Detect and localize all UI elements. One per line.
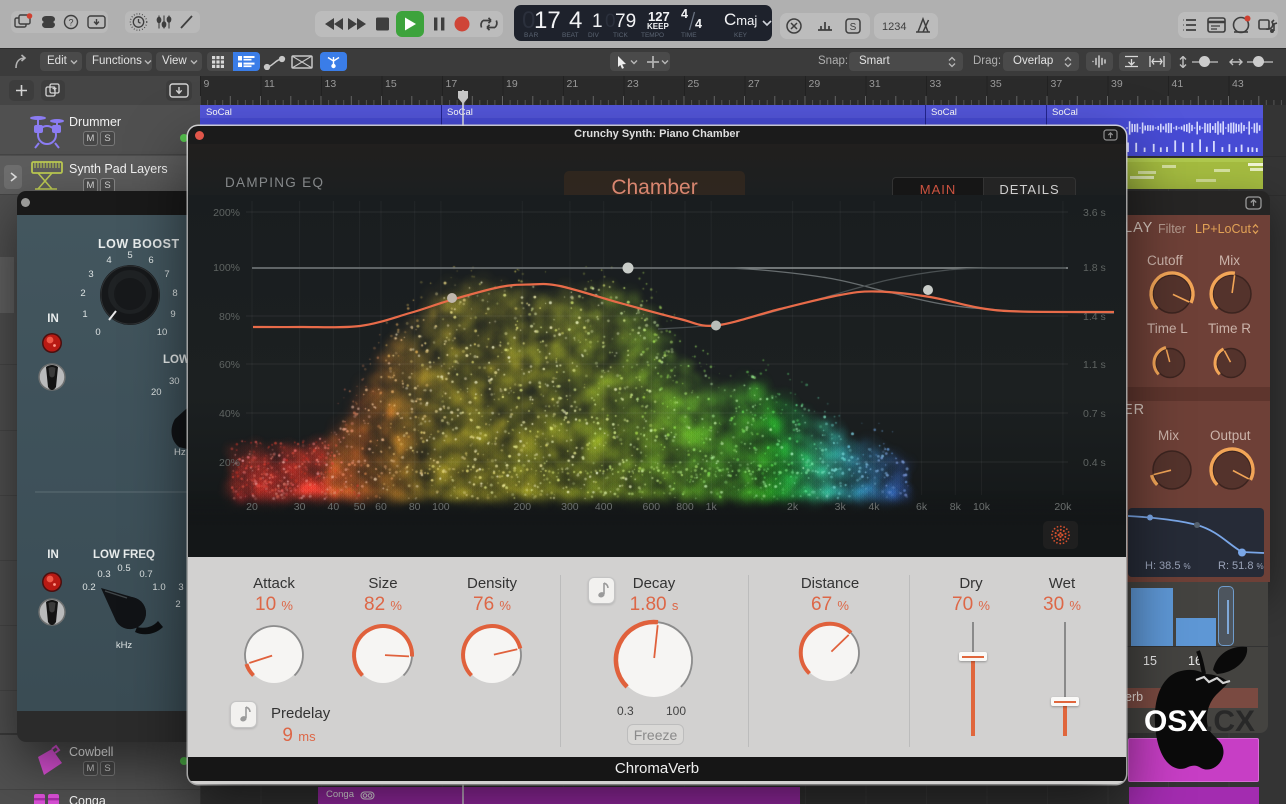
svg-text:8k: 8k: [950, 501, 962, 513]
svg-text:3k: 3k: [835, 501, 847, 513]
svg-text:LOW: LOW: [163, 354, 190, 366]
svg-text:30: 30: [169, 376, 180, 387]
svg-text:IN: IN: [47, 549, 59, 561]
svg-text:43: 43: [1232, 78, 1244, 90]
svg-text:IN: IN: [47, 313, 59, 325]
svg-text:5: 5: [127, 250, 132, 261]
svg-text:2: 2: [80, 288, 85, 299]
svg-text:11: 11: [264, 78, 275, 90]
svg-text:29: 29: [809, 78, 821, 90]
svg-text:3: 3: [88, 269, 93, 280]
svg-text:33: 33: [930, 78, 942, 90]
svg-text:39: 39: [1111, 78, 1123, 90]
svg-text:6: 6: [148, 255, 153, 266]
svg-text:30: 30: [294, 501, 306, 513]
svg-text:6k: 6k: [916, 501, 928, 513]
svg-text:0: 0: [95, 327, 100, 338]
svg-text:20: 20: [246, 501, 258, 513]
svg-text:3: 3: [178, 582, 183, 593]
svg-text:9: 9: [204, 78, 210, 90]
svg-text:10: 10: [157, 327, 168, 338]
svg-text:3.6 s: 3.6 s: [1083, 207, 1106, 219]
svg-text:0.2: 0.2: [82, 582, 95, 593]
svg-text:20: 20: [151, 387, 162, 398]
svg-text:37: 37: [1051, 78, 1063, 90]
svg-text:600: 600: [643, 501, 661, 513]
svg-text:Hz: Hz: [174, 447, 186, 458]
svg-text:4k: 4k: [868, 501, 880, 513]
svg-text:20k: 20k: [1054, 501, 1072, 513]
svg-text:7: 7: [164, 269, 169, 280]
svg-text:0.5: 0.5: [117, 563, 130, 574]
svg-text:300: 300: [561, 501, 579, 513]
svg-text:S: S: [850, 22, 857, 33]
svg-text:0.4 s: 0.4 s: [1083, 457, 1106, 469]
svg-text:2k: 2k: [787, 501, 799, 513]
svg-text:?: ?: [68, 18, 73, 28]
svg-text:1.1 s: 1.1 s: [1083, 359, 1106, 371]
svg-text:1.8 s: 1.8 s: [1083, 262, 1106, 274]
svg-text:800: 800: [676, 501, 694, 513]
svg-text:200%: 200%: [213, 207, 240, 219]
svg-text:40: 40: [328, 501, 340, 513]
svg-text:OSX: OSX: [1144, 705, 1207, 738]
svg-text:0.3: 0.3: [97, 569, 110, 580]
svg-text:13: 13: [325, 78, 337, 90]
svg-text:50: 50: [354, 501, 366, 513]
svg-text:2: 2: [175, 599, 180, 610]
svg-text:0.7 s: 0.7 s: [1083, 408, 1106, 420]
svg-text:.CX: .CX: [1205, 705, 1255, 738]
svg-text:100: 100: [432, 501, 450, 513]
svg-text:LOW FREQ: LOW FREQ: [93, 549, 155, 561]
svg-text:23: 23: [627, 78, 639, 90]
svg-text:10k: 10k: [973, 501, 991, 513]
svg-text:17: 17: [446, 78, 458, 90]
svg-text:40%: 40%: [219, 408, 240, 420]
svg-text:1k: 1k: [706, 501, 718, 513]
svg-text:200: 200: [514, 501, 532, 513]
svg-text:kHz: kHz: [116, 640, 133, 651]
svg-text:1: 1: [82, 309, 87, 320]
svg-text:19: 19: [506, 78, 518, 90]
svg-text:15: 15: [385, 78, 397, 90]
svg-text:35: 35: [990, 78, 1002, 90]
svg-text:20%: 20%: [219, 457, 240, 469]
svg-text:1234: 1234: [882, 21, 906, 33]
svg-text:31: 31: [869, 78, 881, 90]
svg-text:400: 400: [595, 501, 613, 513]
svg-text:1.0: 1.0: [152, 582, 165, 593]
svg-text:80: 80: [409, 501, 421, 513]
svg-text:100%: 100%: [213, 262, 240, 274]
svg-text:60: 60: [375, 501, 387, 513]
svg-text:8: 8: [172, 288, 177, 299]
svg-text:21: 21: [567, 78, 579, 90]
svg-text:0.7: 0.7: [139, 569, 152, 580]
svg-text:9: 9: [170, 309, 175, 320]
svg-text:25: 25: [688, 78, 700, 90]
svg-text:60%: 60%: [219, 359, 240, 371]
svg-text:41: 41: [1172, 78, 1184, 90]
svg-text:80%: 80%: [219, 311, 240, 323]
svg-text:4: 4: [106, 255, 111, 266]
svg-text:27: 27: [748, 78, 760, 90]
